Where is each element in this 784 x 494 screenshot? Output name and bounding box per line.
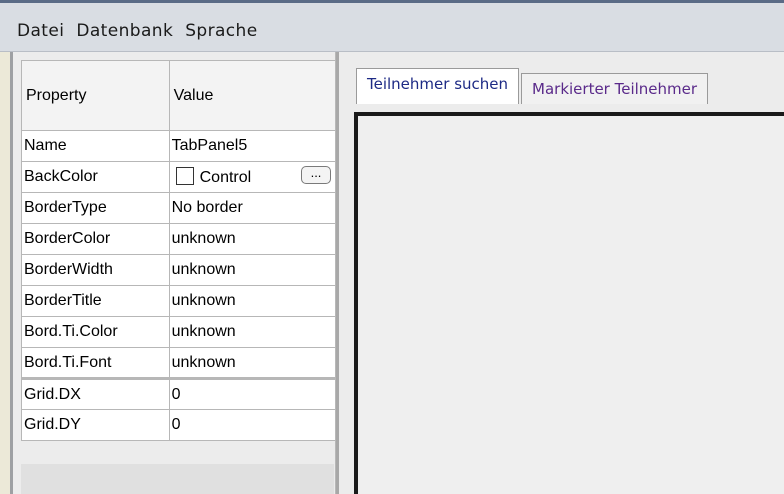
tab-markierter-teilnehmer[interactable]: Markierter Teilnehmer [521,73,709,104]
property-value-cell[interactable]: Control ... [168,161,339,193]
property-name: Name [21,130,170,162]
property-value[interactable]: 0 [168,409,339,441]
property-row[interactable]: Name TabPanel5 [21,130,339,162]
property-row[interactable]: Bord.Ti.Color unknown [21,316,339,348]
area-divider [336,52,339,494]
property-row[interactable]: BackColor Control ... [21,161,339,193]
property-name: Grid.DY [21,409,170,441]
property-name: BorderWidth [21,254,170,286]
property-row[interactable]: Bord.Ti.Font unknown [21,347,339,379]
property-row[interactable]: Grid.DY 0 [21,409,339,441]
tab-content-panel [354,112,784,494]
ellipsis-button[interactable]: ... [301,166,331,184]
menu-datei[interactable]: Datei [17,21,64,41]
property-name: Grid.DX [21,377,170,410]
property-name: Bord.Ti.Color [21,316,170,348]
property-value[interactable]: unknown [168,316,339,348]
property-value: Control [199,169,252,186]
property-grid: Property Value Name TabPanel5 BackColor … [21,60,339,441]
tab-area: Teilnehmer suchen Markierter Teilnehmer [336,52,784,494]
menu-datenbank[interactable]: Datenbank [76,21,173,41]
tab-strip: Teilnehmer suchen Markierter Teilnehmer [356,68,709,104]
header-property: Property [21,60,170,131]
menu-sprache[interactable]: Sprache [185,21,257,41]
property-panel: Property Value Name TabPanel5 BackColor … [10,52,339,494]
property-value[interactable]: unknown [168,285,339,317]
property-value[interactable]: unknown [168,254,339,286]
property-name: BorderType [21,192,170,224]
menu-list: Datei Datenbank Sprache [17,21,258,41]
color-swatch-icon [175,167,194,185]
window-top-border [0,0,784,3]
property-value[interactable]: 0 [168,377,339,410]
property-name: BorderTitle [21,285,170,317]
property-name: BorderColor [21,223,170,255]
property-value[interactable]: unknown [168,347,339,379]
property-value[interactable]: unknown [168,223,339,255]
header-value: Value [168,60,339,131]
property-row[interactable]: BorderType No border [21,192,339,224]
menu-bar: Datei Datenbank Sprache [0,0,784,52]
property-grid-header: Property Value [21,60,339,131]
tab-teilnehmer-suchen[interactable]: Teilnehmer suchen [356,68,520,104]
property-row[interactable]: BorderWidth unknown [21,254,339,286]
property-row[interactable]: Grid.DX 0 [21,377,339,410]
property-name: BackColor [21,161,170,193]
property-value[interactable]: No border [168,192,339,224]
property-row[interactable]: BorderTitle unknown [21,285,339,317]
property-panel-footer [21,464,334,494]
property-name: Bord.Ti.Font [21,347,170,379]
property-row[interactable]: BorderColor unknown [21,223,339,255]
property-value[interactable]: TabPanel5 [168,130,339,162]
